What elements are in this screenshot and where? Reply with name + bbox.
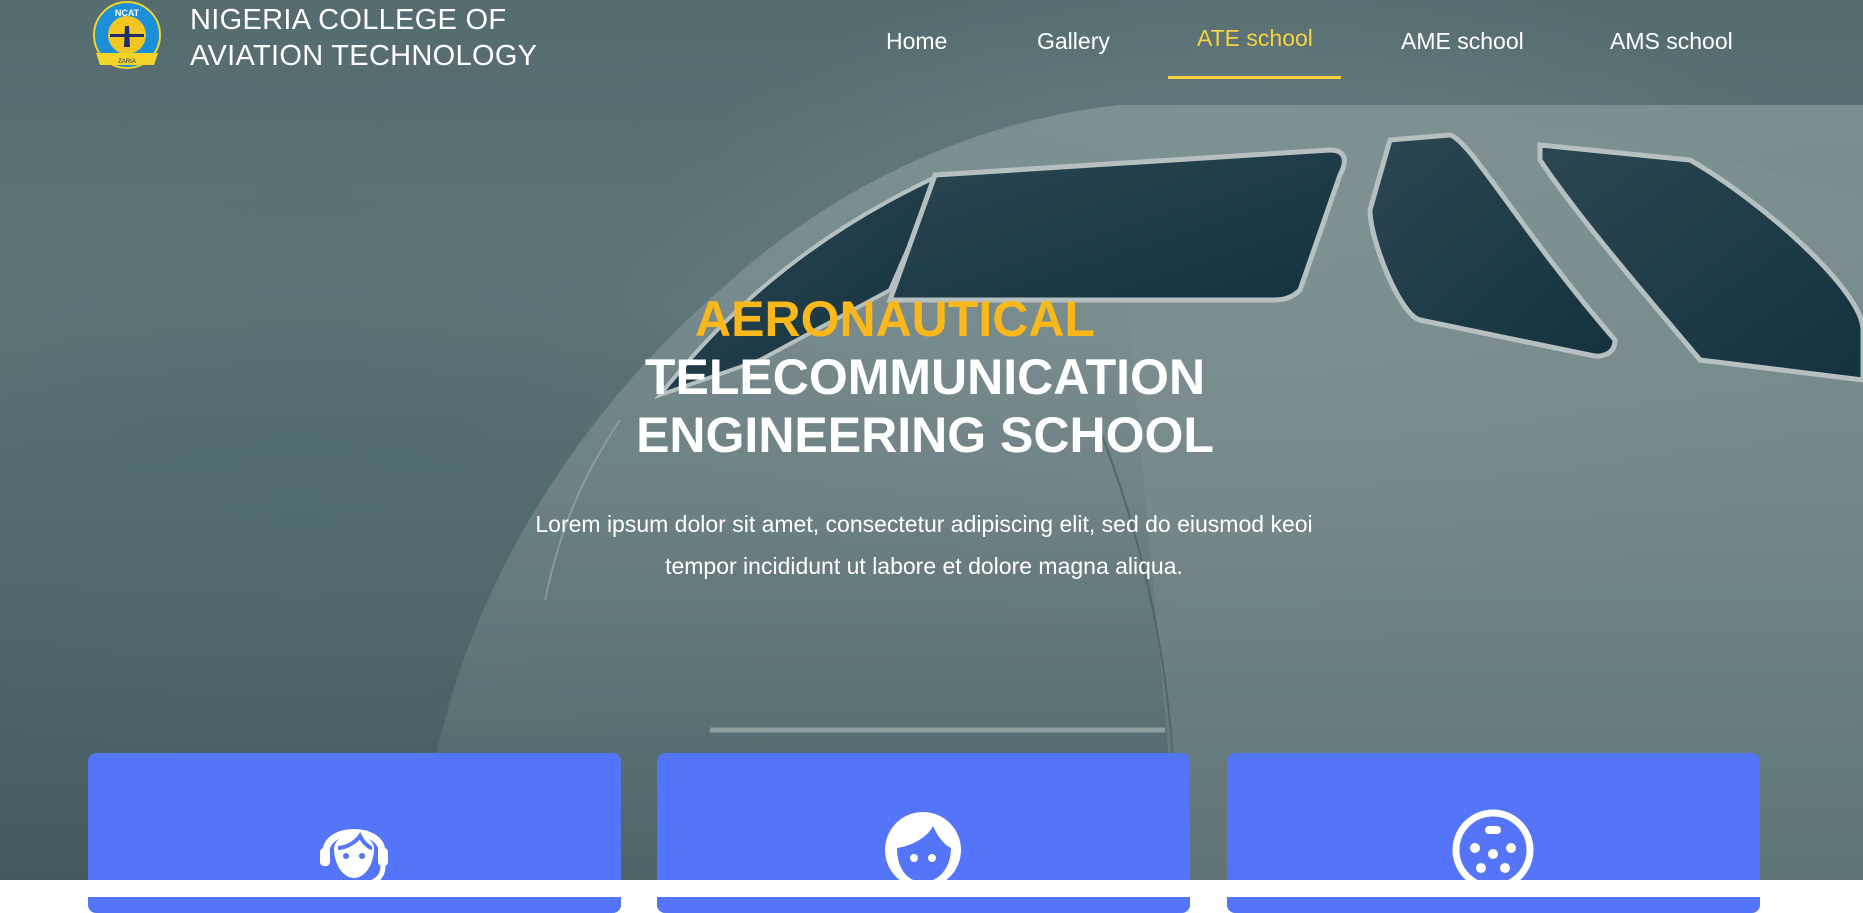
logo-text: NCAT [115, 8, 140, 18]
hero-title-accent: AERONAUTICAL [695, 291, 1095, 347]
ncat-logo: NCAT ZARIA [93, 1, 161, 69]
college-name-line1: NIGERIA COLLEGE OF [190, 4, 507, 36]
college-name: NIGERIA COLLEGE OF AVIATION TECHNOLOGY [190, 2, 537, 74]
page-bottom-strip [0, 880, 1863, 897]
nav-ate-school[interactable]: ATE school [1197, 25, 1313, 52]
nav-ams-school[interactable]: AMS school [1610, 28, 1733, 55]
nav-ame-school[interactable]: AME school [1401, 28, 1524, 55]
hero-description: Lorem ipsum dolor sit amet, consectetur … [535, 511, 1313, 579]
nav-home[interactable]: Home [886, 28, 947, 55]
hero-title: AERONAUTICAL TELECOMMUNICATION ENGINEERI… [520, 290, 1330, 464]
hero-title-line3: ENGINEERING SCHOOL [636, 407, 1214, 463]
nav-gallery[interactable]: Gallery [1037, 28, 1110, 55]
logo-ribbon-text: ZARIA [118, 59, 136, 65]
hero-title-line2: TELECOMMUNICATION [644, 349, 1206, 405]
active-nav-indicator [1168, 76, 1341, 79]
college-name-line2: AVIATION TECHNOLOGY [190, 40, 538, 72]
